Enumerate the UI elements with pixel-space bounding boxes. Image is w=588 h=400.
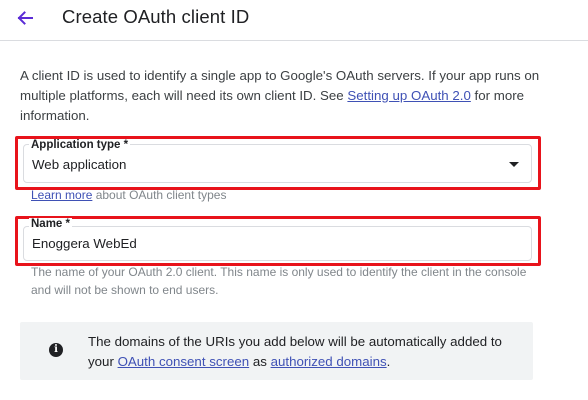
intro-text: A client ID is used to identify a single… <box>20 66 550 126</box>
top-bar: Create OAuth client ID <box>0 0 588 41</box>
arrow-left-icon <box>17 11 33 25</box>
info-text: The domains of the URIs you add below wi… <box>88 332 518 372</box>
info-text-part: as <box>249 354 271 369</box>
name-input[interactable]: Enoggera WebEd <box>23 226 532 261</box>
name-hint: The name of your OAuth 2.0 client. This … <box>31 265 527 297</box>
setting-up-oauth-link[interactable]: Setting up OAuth 2.0 <box>347 88 470 103</box>
application-type-hint-text: about OAuth client types <box>92 188 227 202</box>
learn-more-link[interactable]: Learn more <box>31 188 92 202</box>
info-icon: i <box>49 343 63 357</box>
back-button[interactable] <box>10 3 40 33</box>
info-box: i The domains of the URIs you add below … <box>20 322 533 380</box>
application-type-value: Web application <box>32 157 127 172</box>
application-type-hint: Learn more about OAuth client types <box>31 186 226 204</box>
authorized-domains-link[interactable]: authorized domains <box>271 354 387 369</box>
application-type-label: Application type * <box>29 139 131 151</box>
info-text-part: . <box>386 354 391 369</box>
oauth-consent-screen-link[interactable]: OAuth consent screen <box>118 354 250 369</box>
page-title: Create OAuth client ID <box>62 6 250 27</box>
name-label: Name * <box>29 218 72 230</box>
dropdown-arrow-icon <box>509 162 519 167</box>
name-input-value: Enoggera WebEd <box>32 236 137 251</box>
